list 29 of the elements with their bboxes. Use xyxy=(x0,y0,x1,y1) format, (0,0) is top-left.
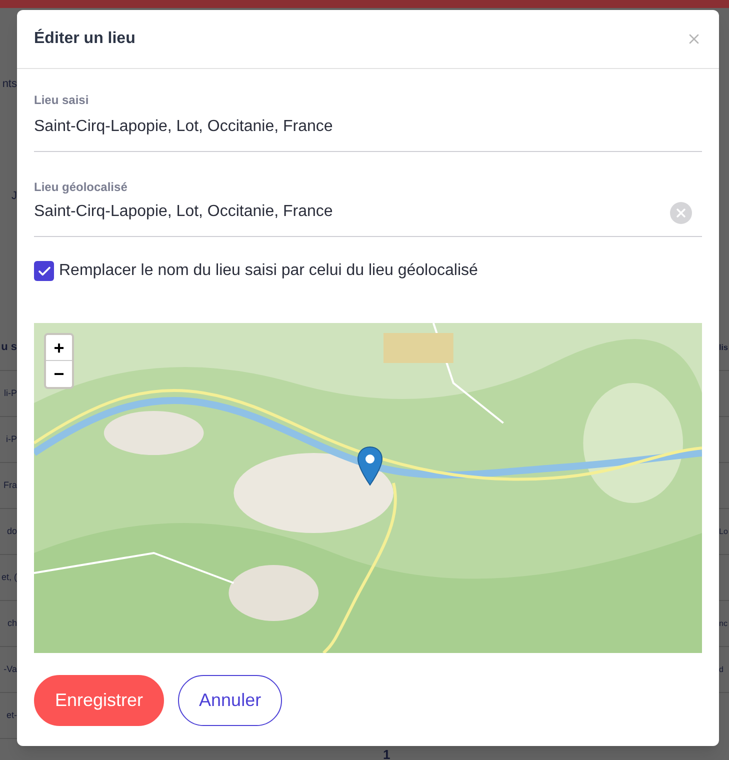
table-cell-text: li-P xyxy=(4,386,17,400)
checkbox[interactable] xyxy=(34,261,54,281)
table-cell: d xyxy=(719,664,724,676)
checkbox-label: Remplacer le nom du lieu saisi par celui du lieu géolocalisé xyxy=(59,261,478,281)
field-label: Lieu géolocalisé xyxy=(34,179,128,196)
table-cell-text: -Va xyxy=(4,662,17,676)
field-label: Lieu saisi xyxy=(34,92,90,109)
entered-place-field[interactable]: Lieu saisi Saint-Cirq-Lapopie, Lot, Occitanie, France xyxy=(34,91,702,152)
text-fragment: nts xyxy=(2,76,17,92)
dialog-title: Éditer un lieu xyxy=(34,28,136,49)
zoom-out-button[interactable]: − xyxy=(46,361,72,387)
text-fragment: J xyxy=(12,188,17,204)
column-header: u s xyxy=(1,340,17,356)
map-pin-icon[interactable] xyxy=(357,446,383,486)
field-value: Saint-Cirq-Lapopie, Lot, Occitanie, France xyxy=(34,117,334,137)
table-cell-text: ch xyxy=(7,616,17,630)
table-cell-text: et, ( xyxy=(1,570,17,584)
table-cell-text: i-P xyxy=(6,432,17,446)
zoom-in-button[interactable]: + xyxy=(46,335,72,361)
column-header: lis xyxy=(719,342,728,354)
table-cell-text: Fra xyxy=(4,478,17,492)
cancel-button[interactable]: Annuler xyxy=(178,675,282,726)
geolocated-place-field[interactable]: Lieu géolocalisé Saint-Cirq-Lapopie, Lot, Occitanie, France xyxy=(34,178,702,237)
page-number: 1 xyxy=(383,746,390,760)
table-cell-text: do xyxy=(6,524,17,538)
field-value: Saint-Cirq-Lapopie, Lot, Occitanie, France xyxy=(34,202,333,222)
table-cell: Lo xyxy=(719,526,728,538)
table-cell-text: et- xyxy=(6,708,17,722)
table-cell: nc xyxy=(719,618,728,630)
